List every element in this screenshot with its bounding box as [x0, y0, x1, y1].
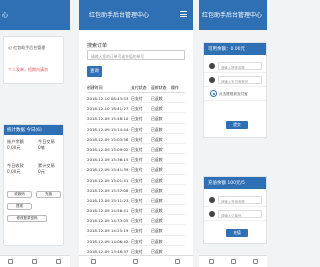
stat-value: 0元: [38, 169, 45, 174]
table-row: 2018-12-10 18:41:27 已支付 已返款: [87, 103, 185, 114]
home-icon[interactable]: [8, 259, 13, 264]
stat-value: 0.00元: [7, 145, 21, 150]
tabs-icon[interactable]: [231, 259, 236, 264]
table-row: 2018-12-09 15:11:23 已支付 已返款: [87, 195, 185, 206]
tabs-icon[interactable]: [133, 259, 138, 264]
table-row: 2018-12-09 15:36:15 已支付 已返款: [87, 154, 185, 165]
notice-card: 心 红包助手后台管理 个人发单，短期内请勿: [3, 36, 64, 84]
menu-icon[interactable]: [180, 11, 187, 18]
balance-header: 可用余额：0.00元: [204, 43, 266, 55]
withdraw-submit-button[interactable]: 提交: [226, 121, 248, 129]
stats-header: 统计数据 今日(6): [4, 125, 63, 135]
recharge-header: 充值余额 100元/5: [204, 177, 266, 189]
col-created-time: 创建时间: [87, 85, 103, 90]
home-icon[interactable]: [91, 259, 96, 264]
alipay-radio[interactable]: [210, 90, 217, 97]
table-row: 2018-12-09 14:56:41 已支付 已返款: [87, 205, 185, 216]
top-bar: 红包助手后台管理中心: [79, 0, 193, 30]
top-bar: 红包助手后台管理中心: [199, 0, 267, 30]
table-row: 2018-12-09 15:14:44 已支付 已返款: [87, 124, 185, 134]
withdraw-button[interactable]: 提现: [7, 203, 32, 210]
app-title: 红包助手后台管理中心: [89, 12, 150, 19]
recharge-button[interactable]: 充值: [36, 191, 61, 198]
right-screen: 红包助手后台管理中心 可用余额：0.00元 请输入提现金额 请输入支付宝账号 点…: [199, 0, 267, 267]
recharge-amount-input[interactable]: 请输入充值金额: [218, 196, 262, 204]
table-row: 2018-12-09 15:37:08 已支付 已返款: [87, 185, 185, 195]
stat-balance: 账户余额 0.00元: [7, 139, 24, 151]
stat-today-income: 今日收款 0.00元: [7, 163, 24, 175]
col-refund-status: 返款状态: [151, 85, 167, 90]
left-screen: 心 心 红包助手后台管理 个人发单，短期内请勿 统计数据 今日(6) 账户余额 …: [0, 0, 70, 267]
app-title: 红包助手后台管理中心: [202, 12, 263, 19]
amount-row: 请输入提现金额: [204, 59, 266, 73]
search-button[interactable]: 查询: [87, 66, 102, 77]
change-password-button[interactable]: 修改登录密码: [7, 215, 47, 222]
tabs-icon[interactable]: [32, 259, 37, 264]
app-title: 心: [2, 12, 9, 19]
stat-today-trades: 今日交易 0笔: [38, 139, 55, 151]
middle-screen: 红包助手后台管理中心 搜索订单 请输入您的订单号或充值的单号 查询 创建时间 支…: [79, 0, 193, 267]
lock-icon: [209, 211, 215, 217]
user-icon: [209, 63, 215, 69]
col-pay-status: 支付状态: [131, 85, 147, 90]
table-row: 2018-12-09 15:03:58 已支付 已返款: [87, 134, 185, 144]
notice-title: 心 红包助手后台管理: [8, 45, 46, 50]
home-icon[interactable]: [209, 259, 214, 264]
back-icon[interactable]: [253, 259, 258, 264]
bottom-nav: [79, 255, 193, 267]
recharge-card: 充值余额 100元/5 请输入充值金额 请输入订单号 充值: [203, 176, 267, 244]
qrcode-button[interactable]: 收款码: [7, 191, 32, 198]
table-row: 2018-12-09 14:25:19 已支付 已返款: [87, 225, 185, 236]
orders-table: 创建时间 支付状态 返款状态 操作 2018-12-10 08:43:53 已支付…: [87, 82, 185, 256]
table-row: 2018-12-10 08:43:53 已支付 已返款: [87, 93, 185, 104]
lock-icon: [209, 77, 215, 83]
table-row: 2018-12-09 14:06:42 已支付 已返款: [87, 236, 185, 246]
back-icon[interactable]: [175, 259, 180, 264]
alipay-radio-label: 点击提现到支付宝: [219, 91, 248, 96]
top-bar: 心: [0, 0, 70, 30]
account-row: 请输入支付宝账号: [204, 73, 266, 87]
withdraw-amount-input[interactable]: 请输入提现金额: [218, 62, 262, 70]
col-actions: 操作: [171, 85, 179, 90]
back-icon[interactable]: [56, 259, 61, 264]
stat-value: 0.00元: [7, 169, 21, 174]
table-row: 2018-12-09 15:41:39 已支付 已返款: [87, 164, 185, 175]
stat-total-trades: 累计交易 0元: [38, 163, 55, 175]
notice-warning: 个人发单，短期内请勿: [8, 67, 48, 72]
alipay-account-input[interactable]: 请输入支付宝账号: [218, 76, 262, 84]
user-icon: [209, 197, 215, 203]
method-row: 点击提现到支付宝: [204, 87, 266, 101]
table-row: 2018-12-09 14:33:05 已支付 已返款: [87, 215, 185, 226]
recharge-submit-button[interactable]: 充值: [226, 229, 248, 237]
order-search-input[interactable]: 请输入您的订单号或充值的单号: [87, 50, 185, 60]
table-row: 2018-12-09 15:48:10 已支付 已返款: [87, 113, 185, 124]
table-row: 2018-12-09 15:01:41 已支付 已返款: [87, 175, 185, 185]
stats-card: 统计数据 今日(6) 账户余额 0.00元 今日交易 0笔 今日收款 0.00元…: [3, 124, 64, 246]
table-row: 2018-12-09 15:09:02 已支付 已返款: [87, 144, 185, 155]
bottom-nav: [199, 255, 267, 267]
withdraw-card: 可用余额：0.00元 请输入提现金额 请输入支付宝账号 点击提现到支付宝 提交: [203, 42, 267, 138]
bottom-nav: [0, 255, 70, 267]
recharge-amount-row: 请输入充值金额: [204, 193, 266, 207]
table-header: 创建时间 支付状态 返款状态 操作: [87, 82, 185, 93]
search-section-title: 搜索订单: [87, 43, 108, 49]
stat-value: 0笔: [38, 145, 45, 150]
order-number-row: 请输入订单号: [204, 207, 266, 221]
order-number-input[interactable]: 请输入订单号: [218, 210, 262, 218]
